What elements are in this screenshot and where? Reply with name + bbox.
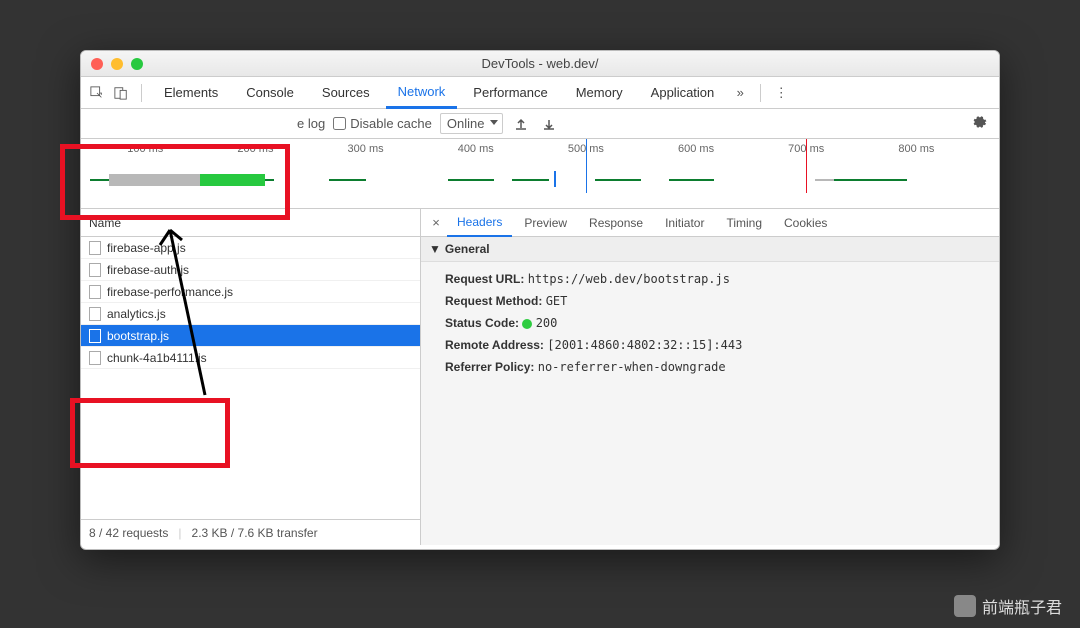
general-section-header[interactable]: ▼General [421, 237, 999, 262]
timing-bar [109, 174, 201, 186]
detail-tab-initiator[interactable]: Initiator [655, 209, 714, 237]
divider [760, 84, 761, 102]
titlebar: DevTools - web.dev/ [81, 51, 999, 77]
timing-bar [200, 174, 264, 186]
throttle-select[interactable]: Online [440, 113, 504, 134]
timeline-bars [81, 163, 999, 193]
settings-gear-icon[interactable] [971, 114, 991, 134]
upload-icon[interactable] [511, 114, 531, 134]
header-row: Request Method: GET [431, 290, 989, 312]
header-row: Status Code: 200 [431, 312, 989, 334]
load-marker [586, 139, 587, 193]
tab-application[interactable]: Application [639, 77, 727, 109]
devtools-window: DevTools - web.dev/ Elements Console Sou… [80, 50, 1000, 550]
request-row[interactable]: bootstrap.js [81, 325, 420, 347]
file-icon [89, 351, 101, 365]
detail-tab-response[interactable]: Response [579, 209, 653, 237]
device-toggle-icon[interactable] [111, 83, 131, 103]
watermark: 前端瓶子君 [954, 594, 1062, 618]
devtools-tabs: Elements Console Sources Network Perform… [81, 77, 999, 109]
divider [141, 84, 142, 102]
disable-cache-checkbox[interactable]: Disable cache [333, 116, 432, 131]
request-row[interactable]: chunk-4a1b4111.js [81, 347, 420, 369]
kebab-menu-icon[interactable]: ⋮ [771, 83, 791, 103]
disclosure-triangle-icon: ▼ [429, 242, 441, 256]
content-area: Name firebase-app.js firebase-auth.js fi… [81, 209, 999, 545]
header-row: Request URL: https://web.dev/bootstrap.j… [431, 268, 989, 290]
file-icon [89, 329, 101, 343]
more-tabs-icon[interactable]: » [730, 83, 750, 103]
detail-tab-preview[interactable]: Preview [514, 209, 577, 237]
detail-tabs: × Headers Preview Response Initiator Tim… [421, 209, 999, 237]
request-row[interactable]: analytics.js [81, 303, 420, 325]
detail-panel: × Headers Preview Response Initiator Tim… [421, 209, 999, 545]
tab-sources[interactable]: Sources [310, 77, 382, 109]
tab-console[interactable]: Console [234, 77, 306, 109]
status-dot-icon [522, 319, 532, 329]
preserve-log-label: e log [297, 116, 325, 131]
header-row: Referrer Policy: no-referrer-when-downgr… [431, 356, 989, 378]
inspect-icon[interactable] [87, 83, 107, 103]
detail-tab-timing[interactable]: Timing [716, 209, 772, 237]
window-title: DevTools - web.dev/ [81, 56, 999, 71]
detail-tab-headers[interactable]: Headers [447, 209, 512, 237]
file-icon [89, 263, 101, 277]
tab-network[interactable]: Network [386, 77, 458, 109]
request-list-panel: Name firebase-app.js firebase-auth.js fi… [81, 209, 421, 545]
file-icon [89, 285, 101, 299]
wechat-icon [954, 595, 976, 617]
request-list: firebase-app.js firebase-auth.js firebas… [81, 237, 420, 519]
dom-marker [806, 139, 807, 193]
tab-performance[interactable]: Performance [461, 77, 559, 109]
status-bar: 8 / 42 requests | 2.3 KB / 7.6 KB transf… [81, 519, 420, 545]
header-row: Remote Address: [2001:4860:4802:32::15]:… [431, 334, 989, 356]
tab-elements[interactable]: Elements [152, 77, 230, 109]
request-row[interactable]: firebase-performance.js [81, 281, 420, 303]
headers-body: ▼General Request URL: https://web.dev/bo… [421, 237, 999, 545]
chevron-down-icon [490, 120, 498, 125]
timeline-overview[interactable]: 100 ms 200 ms 300 ms 400 ms 500 ms 600 m… [81, 139, 999, 209]
download-icon[interactable] [539, 114, 559, 134]
column-header-name[interactable]: Name [81, 209, 420, 237]
file-icon [89, 307, 101, 321]
tab-memory[interactable]: Memory [564, 77, 635, 109]
timing-bar [554, 171, 556, 187]
network-toolbar: e log Disable cache Online [81, 109, 999, 139]
request-row[interactable]: firebase-app.js [81, 237, 420, 259]
file-icon [89, 241, 101, 255]
request-row[interactable]: firebase-auth.js [81, 259, 420, 281]
detail-tab-cookies[interactable]: Cookies [774, 209, 837, 237]
close-detail-icon[interactable]: × [427, 215, 445, 230]
